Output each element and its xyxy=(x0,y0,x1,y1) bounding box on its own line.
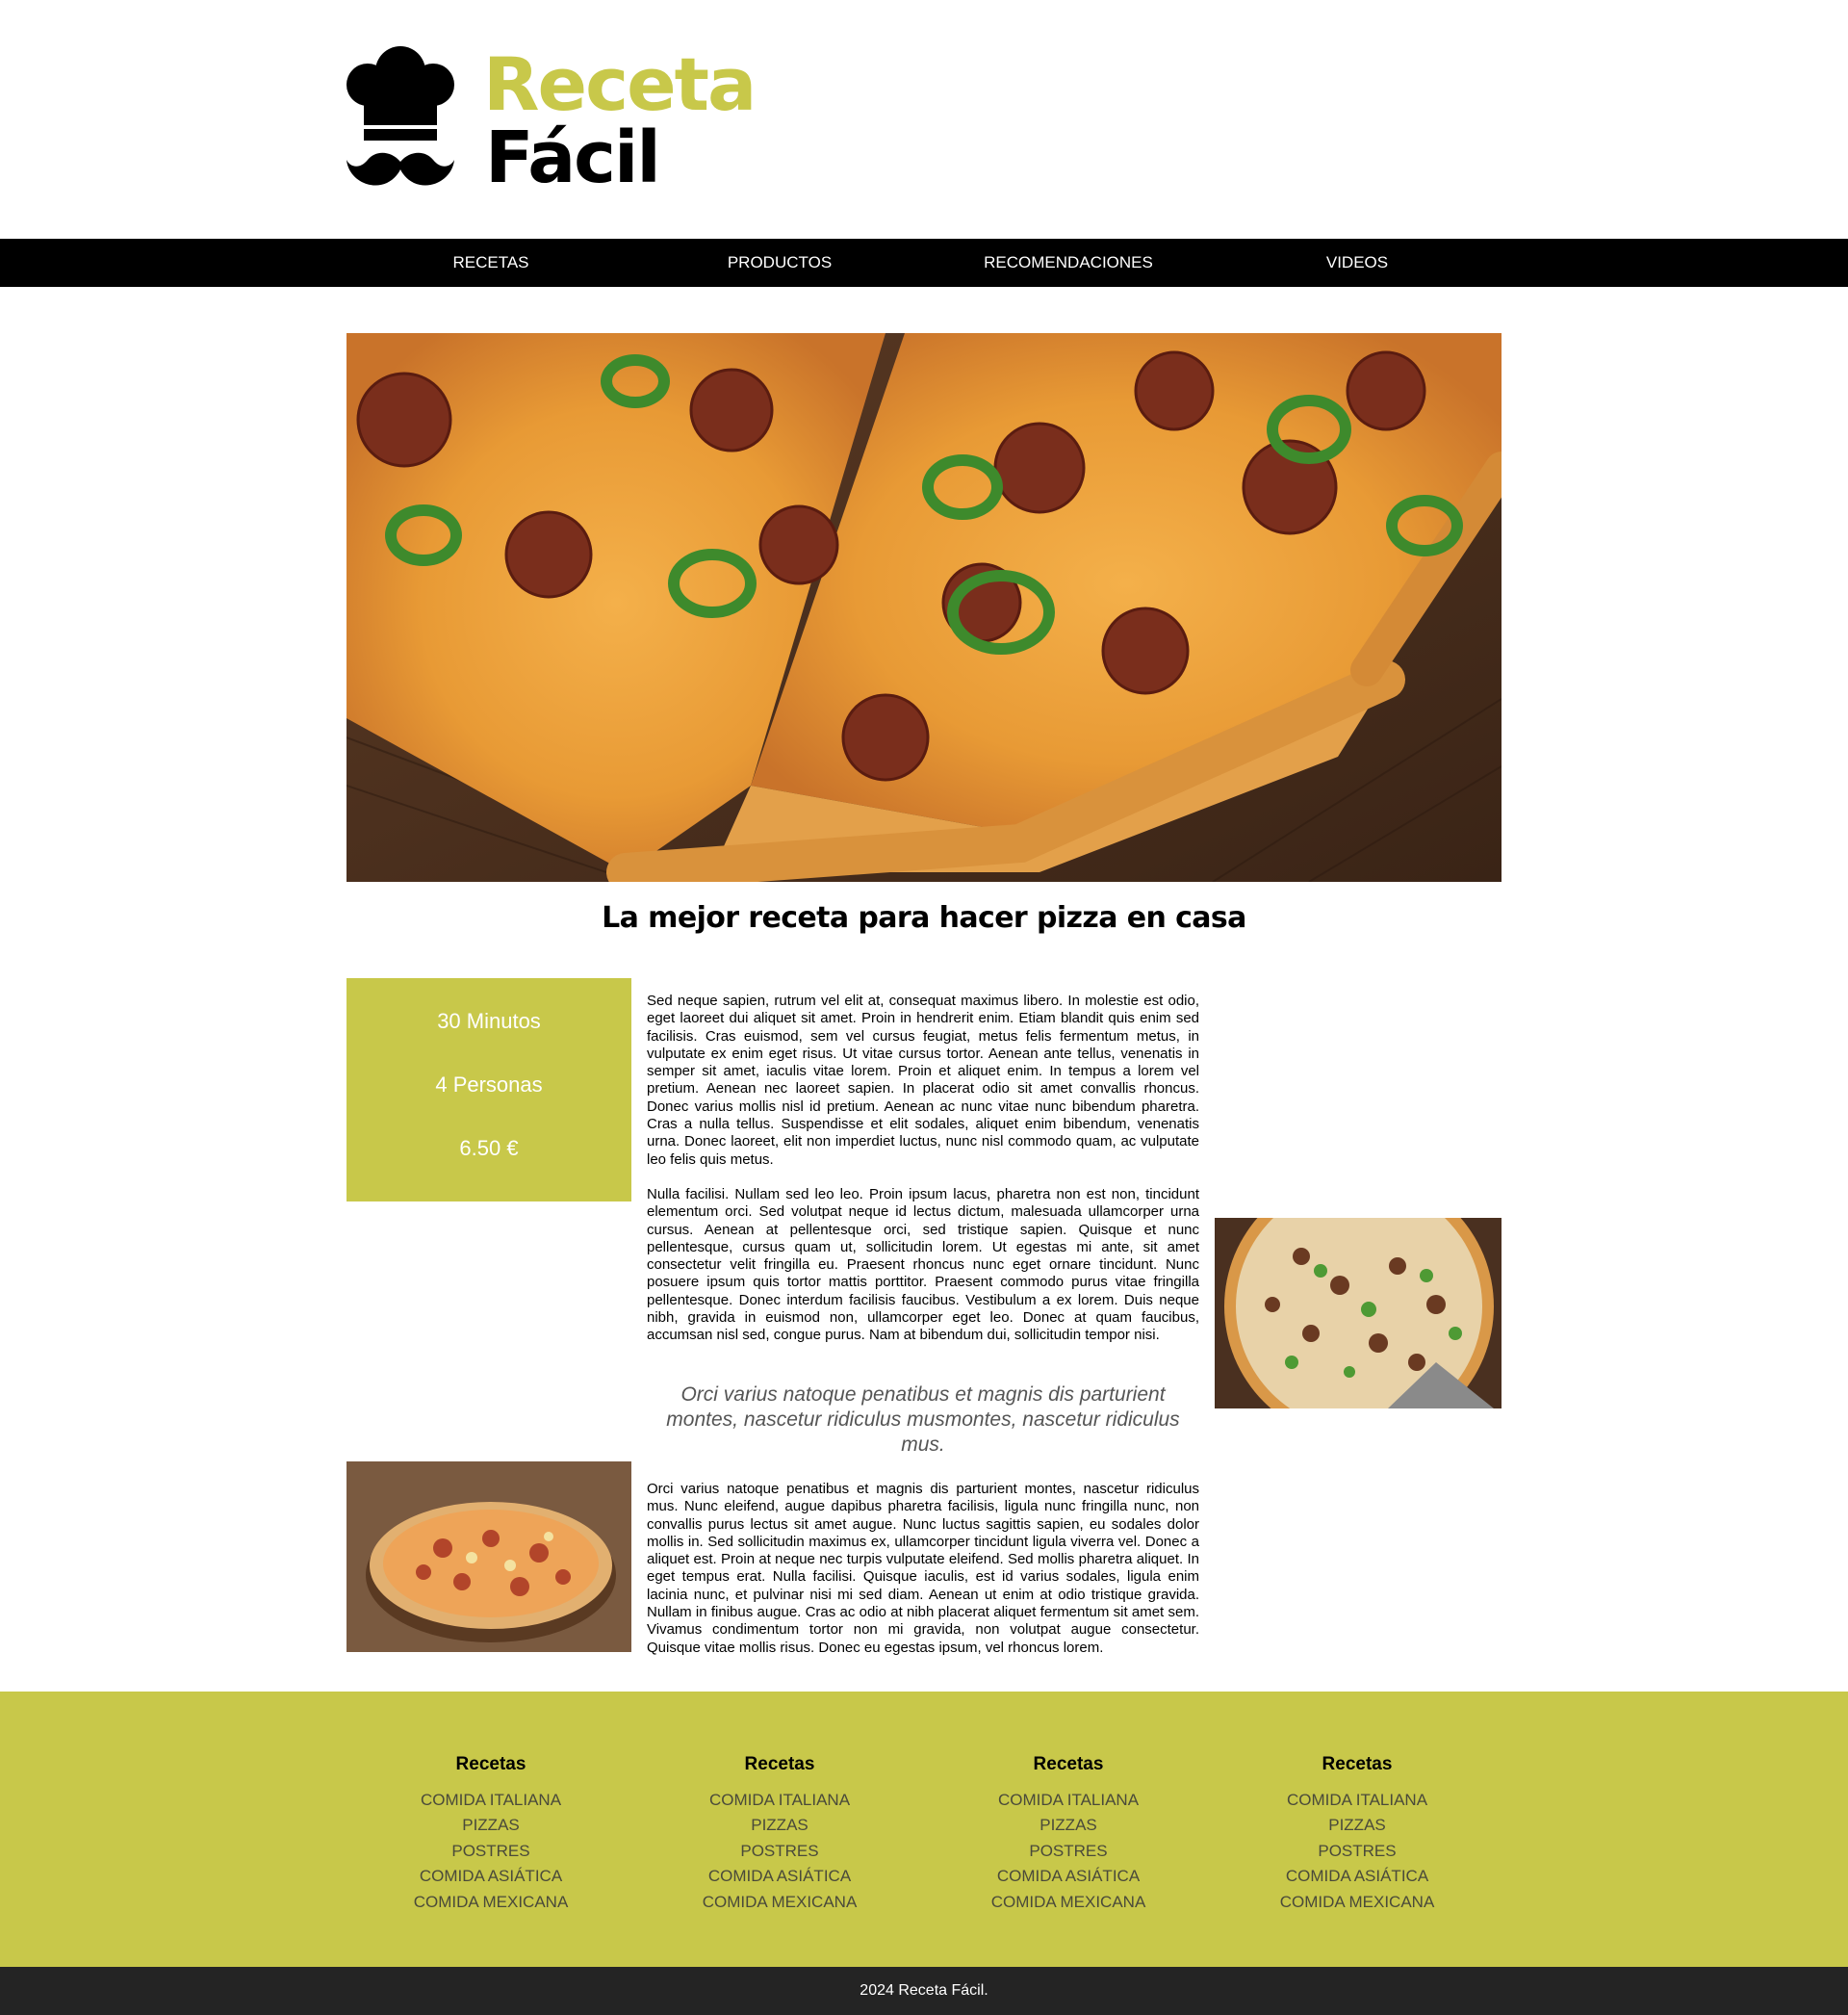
logo-word-facil: Fácil xyxy=(485,116,661,199)
footer-column-4: Recetas COMIDA ITALIANA PIZZAS POSTRES C… xyxy=(1213,1751,1502,1915)
article-paragraph-3: Orci varius natoque penatibus et magnis … xyxy=(647,1481,1199,1656)
footer-column-title: Recetas xyxy=(1033,1754,1104,1774)
copyright-bar: 2024 Receta Fácil. xyxy=(0,1967,1848,2015)
footer-link-pizzas[interactable]: PIZZAS xyxy=(1213,1813,1502,1838)
article-quote: Orci varius natoque penatibus et magnis … xyxy=(666,1383,1180,1456)
footer-column-title: Recetas xyxy=(744,1754,815,1774)
footer-link-postres[interactable]: POSTRES xyxy=(924,1839,1213,1864)
nav-item-productos[interactable]: PRODUCTOS xyxy=(635,239,924,287)
site-footer: Recetas COMIDA ITALIANA PIZZAS POSTRES C… xyxy=(0,1692,1848,1967)
footer-link-comida-italiana[interactable]: COMIDA ITALIANA xyxy=(1213,1788,1502,1813)
footer-link-comida-asiatica[interactable]: COMIDA ASIÁTICA xyxy=(1213,1864,1502,1889)
footer-link-postres[interactable]: POSTRES xyxy=(1213,1839,1502,1864)
article-paragraph-2: Nulla facilisi. Nullam sed leo leo. Proi… xyxy=(647,1186,1199,1344)
footer-link-postres[interactable]: POSTRES xyxy=(346,1839,635,1864)
copyright-text: 2024 Receta Fácil. xyxy=(860,1982,988,1999)
footer-link-comida-mexicana[interactable]: COMIDA MEXICANA xyxy=(924,1890,1213,1915)
recipe-servings: 4 Personas xyxy=(435,1072,543,1097)
footer-link-pizzas[interactable]: PIZZAS xyxy=(924,1813,1213,1838)
footer-column-2: Recetas COMIDA ITALIANA PIZZAS POSTRES C… xyxy=(635,1751,924,1915)
footer-link-pizzas[interactable]: PIZZAS xyxy=(635,1813,924,1838)
main-nav: RECETAS PRODUCTOS RECOMENDACIONES VIDEOS xyxy=(0,239,1848,287)
footer-column-3: Recetas COMIDA ITALIANA PIZZAS POSTRES C… xyxy=(924,1751,1213,1915)
chef-hat-mustache-icon xyxy=(346,46,454,186)
footer-column-title: Recetas xyxy=(455,1754,526,1774)
article-paragraph-1: Sed neque sapien, rutrum vel elit at, co… xyxy=(647,993,1199,1168)
recipe-time: 30 Minutos xyxy=(437,1009,541,1033)
site-header: Receta Fácil xyxy=(0,0,1848,239)
footer-link-comida-asiatica[interactable]: COMIDA ASIÁTICA xyxy=(924,1864,1213,1889)
recipe-info-box: 30 Minutos 4 Personas 6.50 € xyxy=(346,978,631,1201)
footer-link-comida-asiatica[interactable]: COMIDA ASIÁTICA xyxy=(635,1864,924,1889)
hero-pizza-image xyxy=(346,333,1502,882)
footer-link-comida-mexicana[interactable]: COMIDA MEXICANA xyxy=(635,1890,924,1915)
nav-item-recomendaciones[interactable]: RECOMENDACIONES xyxy=(924,239,1213,287)
footer-link-comida-italiana[interactable]: COMIDA ITALIANA xyxy=(346,1788,635,1813)
footer-link-postres[interactable]: POSTRES xyxy=(635,1839,924,1864)
footer-column-title: Recetas xyxy=(1322,1754,1393,1774)
footer-link-comida-italiana[interactable]: COMIDA ITALIANA xyxy=(924,1788,1213,1813)
recipe-price: 6.50 € xyxy=(459,1136,519,1160)
footer-column-1: Recetas COMIDA ITALIANA PIZZAS POSTRES C… xyxy=(346,1751,635,1915)
pizza-side-image-left xyxy=(346,1461,631,1652)
logo-word-receta: Receta xyxy=(483,41,757,127)
article-title: La mejor receta para hacer pizza en casa xyxy=(602,901,1246,935)
footer-link-comida-mexicana[interactable]: COMIDA MEXICANA xyxy=(1213,1890,1502,1915)
site-logo[interactable]: Receta Fácil xyxy=(346,42,757,199)
footer-link-comida-mexicana[interactable]: COMIDA MEXICANA xyxy=(346,1890,635,1915)
nav-item-recetas[interactable]: RECETAS xyxy=(346,239,635,287)
footer-link-comida-asiatica[interactable]: COMIDA ASIÁTICA xyxy=(346,1864,635,1889)
nav-item-videos[interactable]: VIDEOS xyxy=(1213,239,1502,287)
pizza-side-image-right xyxy=(1215,1218,1502,1408)
footer-link-pizzas[interactable]: PIZZAS xyxy=(346,1813,635,1838)
footer-link-comida-italiana[interactable]: COMIDA ITALIANA xyxy=(635,1788,924,1813)
